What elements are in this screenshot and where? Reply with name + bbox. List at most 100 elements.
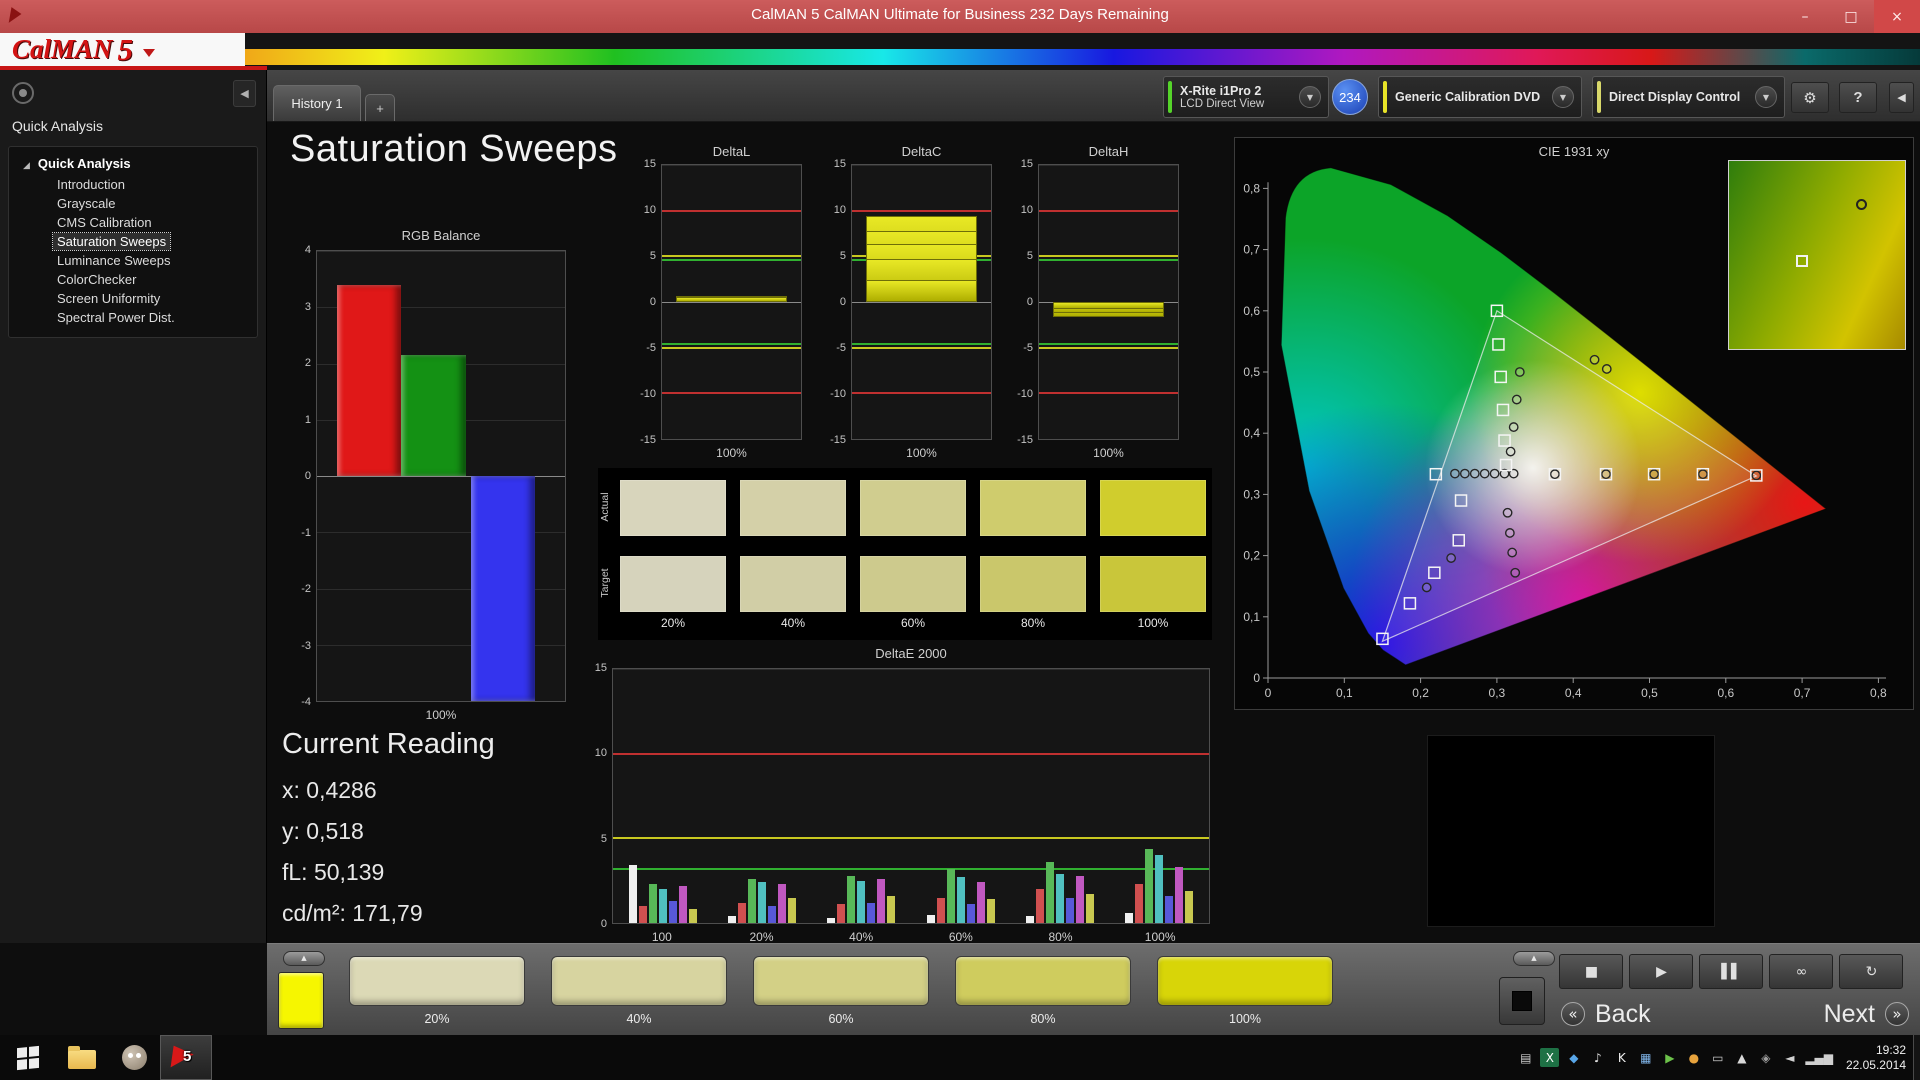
meter-selector[interactable]: X-Rite i1Pro 2 LCD Direct View ▼ bbox=[1163, 76, 1329, 118]
sidebar-header: Quick Analysis bbox=[12, 118, 104, 134]
sidebar-item-cms-calibration[interactable]: CMS Calibration bbox=[9, 213, 257, 232]
display-dropdown-icon[interactable]: ▼ bbox=[1755, 86, 1777, 108]
sidebar-item-colorchecker[interactable]: ColorChecker bbox=[9, 270, 257, 289]
play-button[interactable]: ▶ bbox=[1629, 954, 1693, 989]
y-tick-label: 0 bbox=[304, 470, 311, 482]
tray-player-icon[interactable]: ▶ bbox=[1660, 1048, 1679, 1067]
add-tab-button[interactable]: + bbox=[365, 94, 395, 121]
x-tick-label: 0 bbox=[1265, 686, 1272, 700]
active-color-swatch[interactable] bbox=[278, 972, 324, 1029]
delta-e-bar bbox=[936, 897, 945, 923]
sidebar: ◀ Quick Analysis ◢ Quick Analysis Introdu… bbox=[0, 70, 267, 943]
close-button[interactable]: × bbox=[1874, 0, 1920, 33]
delta-e-bar bbox=[648, 884, 657, 923]
sidebar-item-introduction[interactable]: Introduction bbox=[9, 175, 257, 194]
controls-scroll-up-button[interactable]: ▲ bbox=[1513, 951, 1555, 966]
sidebar-collapse-button[interactable]: ◀ bbox=[233, 80, 256, 107]
y-tick-label: 10 bbox=[594, 747, 607, 760]
tray-k-icon[interactable]: K bbox=[1612, 1048, 1631, 1067]
pause-button[interactable]: ▌▌ bbox=[1699, 954, 1763, 989]
measured-point bbox=[1504, 528, 1515, 538]
toolbar-collapse-button[interactable]: ◀ bbox=[1889, 82, 1914, 113]
delta-e-bar bbox=[966, 904, 975, 923]
back-button[interactable]: « Back bbox=[1561, 994, 1729, 1034]
saturation-swatch-20%[interactable]: 20% bbox=[349, 956, 525, 1030]
sidebar-item-spectral-power-dist-[interactable]: Spectral Power Dist. bbox=[9, 308, 257, 327]
gimp-icon bbox=[121, 1045, 147, 1070]
zero-line bbox=[662, 302, 801, 303]
y-tick-label: -1 bbox=[301, 526, 311, 539]
saturation-swatch-60%[interactable]: 60% bbox=[753, 956, 929, 1030]
limit-line bbox=[613, 752, 1209, 755]
taskbar-clock[interactable]: 19:32 22.05.2014 bbox=[1846, 1043, 1906, 1073]
delta-e-bar bbox=[1165, 895, 1174, 923]
show-desktop-button[interactable] bbox=[1913, 1035, 1920, 1080]
gridline bbox=[852, 165, 991, 166]
actual-swatch-40% bbox=[740, 480, 846, 536]
swatch-color bbox=[753, 956, 929, 1006]
delta-e-bar bbox=[658, 889, 667, 923]
swatch-label: 100% bbox=[1229, 1012, 1261, 1026]
clock-time: 19:32 bbox=[1875, 1042, 1906, 1057]
tray-network-icon[interactable]: ▂▄▆ bbox=[1804, 1048, 1834, 1067]
sidebar-item-label: Screen Uniformity bbox=[57, 291, 161, 306]
saturation-swatch-100%[interactable]: 100% bbox=[1157, 956, 1333, 1030]
y-tick-label: 3 bbox=[304, 300, 311, 313]
start-button[interactable] bbox=[0, 1035, 56, 1080]
tab-history-1[interactable]: History 1 bbox=[273, 85, 361, 121]
tray-sync-icon[interactable]: ◆ bbox=[1564, 1048, 1583, 1067]
source-selector[interactable]: Generic Calibration DVD ▼ bbox=[1378, 76, 1582, 118]
delta-e-bar bbox=[867, 902, 876, 923]
next-button[interactable]: Next » bbox=[1737, 994, 1909, 1034]
target-swatch-80% bbox=[980, 556, 1086, 612]
delta-e-plot bbox=[612, 668, 1210, 924]
brand-menu-caret-icon[interactable] bbox=[143, 48, 156, 57]
y-tick-label: 10 bbox=[643, 204, 656, 216]
rainbow-strip bbox=[0, 49, 1920, 65]
delta-e-bar bbox=[1135, 884, 1144, 923]
minimize-button[interactable]: – bbox=[1782, 0, 1828, 33]
meter-dropdown-icon[interactable]: ▼ bbox=[1299, 86, 1321, 108]
blackout-button[interactable] bbox=[1499, 977, 1545, 1025]
sidebar-item-luminance-sweeps[interactable]: Luminance Sweeps bbox=[9, 251, 257, 270]
taskbar-explorer-button[interactable] bbox=[56, 1035, 108, 1080]
back-label: Back bbox=[1595, 999, 1651, 1028]
tray-volume-icon[interactable]: ♪ bbox=[1588, 1048, 1607, 1067]
display-control-selector[interactable]: Direct Display Control ▼ bbox=[1592, 76, 1785, 118]
measurement-count-badge[interactable]: 234 bbox=[1332, 79, 1368, 115]
limit-line bbox=[1039, 209, 1178, 212]
loop-button[interactable]: ∞ bbox=[1769, 954, 1833, 989]
tray-excel-icon[interactable]: X bbox=[1540, 1048, 1560, 1067]
x-tick-label: 40% bbox=[849, 930, 874, 944]
maximize-button[interactable]: □ bbox=[1828, 0, 1874, 33]
saturation-swatch-40%[interactable]: 40% bbox=[551, 956, 727, 1030]
sidebar-item-grayscale[interactable]: Grayscale bbox=[9, 194, 257, 213]
settings-gear-button[interactable]: ⚙ bbox=[1791, 82, 1829, 113]
y-axis-labels: 4 3 2 1 0 -1 -2 -3 -4 bbox=[290, 244, 314, 708]
sidebar-item-saturation-sweeps[interactable]: Saturation Sweeps bbox=[9, 232, 257, 251]
tray-vpn-icon[interactable]: ▲ bbox=[1732, 1048, 1751, 1067]
taskbar-gimp-button[interactable] bbox=[108, 1035, 160, 1080]
tray-display-icon[interactable]: ▭ bbox=[1708, 1048, 1727, 1067]
tray-calendar-icon[interactable]: ▦ bbox=[1636, 1048, 1655, 1067]
gridline bbox=[613, 923, 1209, 924]
tray-usb-icon[interactable]: ◈ bbox=[1756, 1048, 1775, 1067]
swatch-scroll-up-button[interactable]: ▲ bbox=[283, 951, 325, 966]
tray-audio-icon[interactable]: ◄ bbox=[1780, 1048, 1799, 1067]
tray-tablet-icon[interactable]: ▤ bbox=[1516, 1048, 1535, 1067]
measured-point bbox=[1502, 507, 1513, 518]
continuous-button[interactable]: ↻ bbox=[1839, 954, 1903, 989]
help-button[interactable]: ? bbox=[1839, 82, 1877, 113]
stop-button[interactable]: ■ bbox=[1559, 954, 1623, 989]
saturation-swatch-80%[interactable]: 80% bbox=[955, 956, 1131, 1030]
taskbar-calman-button[interactable]: 5 bbox=[160, 1035, 212, 1080]
delta-l-chart: DeltaL 15 10 5 0 -5 -10 -15 100% bbox=[633, 144, 805, 460]
tray-update-icon[interactable]: ● bbox=[1684, 1048, 1703, 1067]
sidebar-root-item[interactable]: ◢ Quick Analysis bbox=[9, 153, 257, 175]
calman-logo[interactable]: CalMAN 5 bbox=[0, 32, 245, 67]
limit-line bbox=[852, 209, 991, 212]
y-tick-label: -5 bbox=[1023, 342, 1033, 354]
source-dropdown-icon[interactable]: ▼ bbox=[1552, 86, 1574, 108]
sidebar-item-screen-uniformity[interactable]: Screen Uniformity bbox=[9, 289, 257, 308]
x-tick-label: 0,3 bbox=[1489, 686, 1506, 700]
